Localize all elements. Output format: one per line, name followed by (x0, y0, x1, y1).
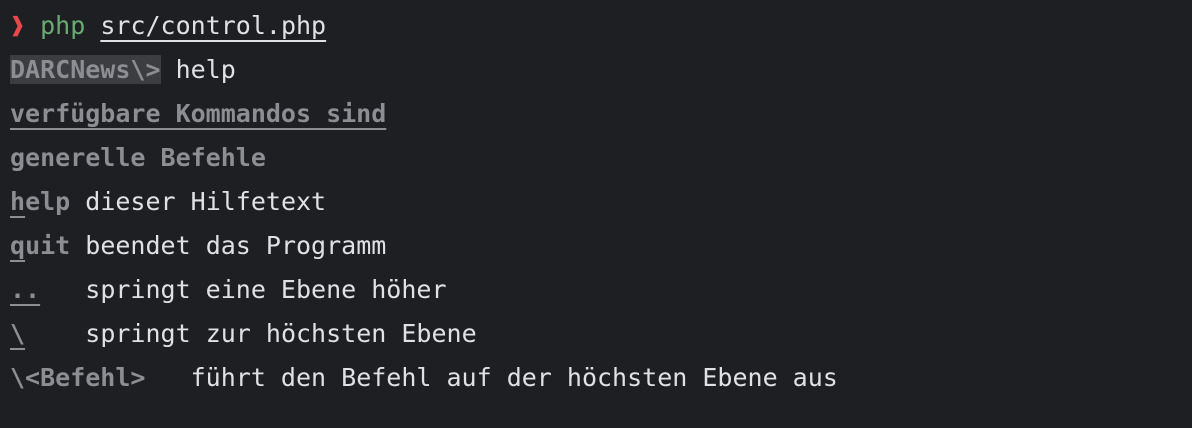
prompt-chevron-icon: ❱ (10, 11, 26, 40)
command-key-shortcut: q (10, 231, 26, 260)
command-description: führt den Befehl auf der höchsten Ebene … (190, 363, 838, 392)
command-description: beendet das Programm (85, 231, 387, 260)
help-section-title: generelle Befehle (10, 143, 266, 172)
help-entry-up: .. springt eine Ebene höher (10, 268, 1192, 312)
help-entry-root-command: \<Befehl> führt den Befehl auf der höchs… (10, 356, 1192, 400)
command-key-rest: elp (25, 187, 71, 216)
app-prompt-line: DARCNews\> help (10, 48, 1192, 92)
command-key-shortcut: h (10, 187, 26, 216)
command-description: dieser Hilfetext (85, 187, 327, 216)
command-key-shortcut: .. (10, 275, 41, 304)
command-key-shortcut: \ (10, 319, 26, 348)
command-description: springt zur höchsten Ebene (85, 319, 477, 348)
app-prompt-label: DARCNews\> (10, 55, 161, 84)
help-heading-line: verfügbare Kommandos sind (10, 92, 1192, 136)
app-prompt-input: help (175, 55, 236, 84)
terminal-output: ❱ php src/control.php DARCNews\> help ve… (10, 4, 1192, 400)
shell-argument-path[interactable]: src/control.php (100, 11, 326, 40)
help-heading: verfügbare Kommandos sind (10, 99, 387, 128)
help-entry-help: help dieser Hilfetext (10, 180, 1192, 224)
command-key-rest: \<Befehl> (10, 363, 146, 392)
help-entry-quit: quit beendet das Programm (10, 224, 1192, 268)
shell-command: php (40, 11, 86, 40)
shell-command-line: ❱ php src/control.php (10, 4, 1192, 48)
command-description: springt eine Ebene höher (85, 275, 447, 304)
help-section-line: generelle Befehle (10, 136, 1192, 180)
help-entry-root: \ springt zur höchsten Ebene (10, 312, 1192, 356)
command-key-rest: uit (25, 231, 71, 260)
